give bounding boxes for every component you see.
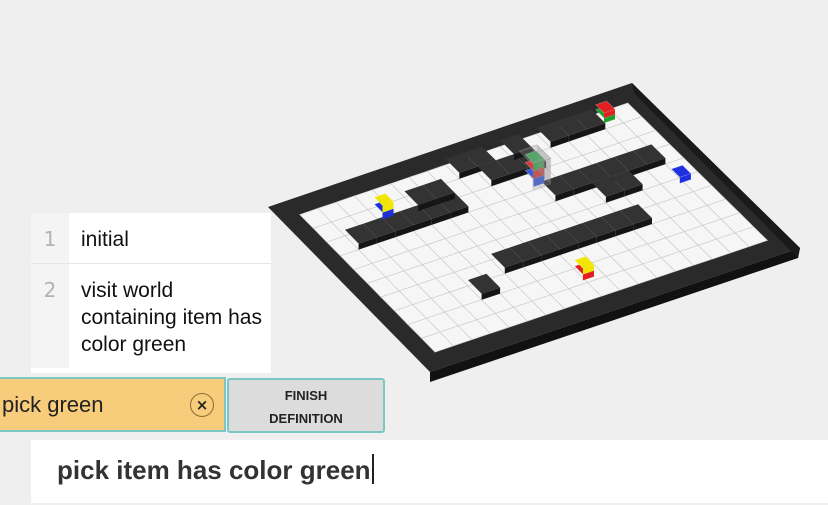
history-entry-2[interactable]: 2 visit world containing item has color …: [31, 264, 271, 368]
history-entry-1[interactable]: 1 initial: [31, 213, 271, 264]
clear-icon[interactable]: ×: [190, 392, 214, 417]
current-command-chip[interactable]: pick green ×: [0, 377, 226, 432]
finish-definition-button[interactable]: FINISH DEFINITION: [227, 378, 385, 433]
current-command-text: pick green: [2, 391, 104, 417]
text-caret: [371, 454, 374, 484]
history-text: initial: [81, 228, 129, 251]
finish-label-line2: DEFINITION: [269, 411, 343, 426]
command-input-bar[interactable]: pick item has color green: [31, 440, 828, 503]
history-index: 1: [31, 213, 69, 263]
history-text: visit world containing item has color gr…: [81, 279, 262, 356]
history-index: 2: [31, 264, 69, 368]
command-input[interactable]: pick item has color green: [57, 454, 374, 486]
finish-label-line1: FINISH: [284, 388, 328, 403]
history-panel: 1 initial 2 visit world containing item …: [31, 213, 271, 373]
command-input-value: pick item has color green: [57, 455, 371, 485]
